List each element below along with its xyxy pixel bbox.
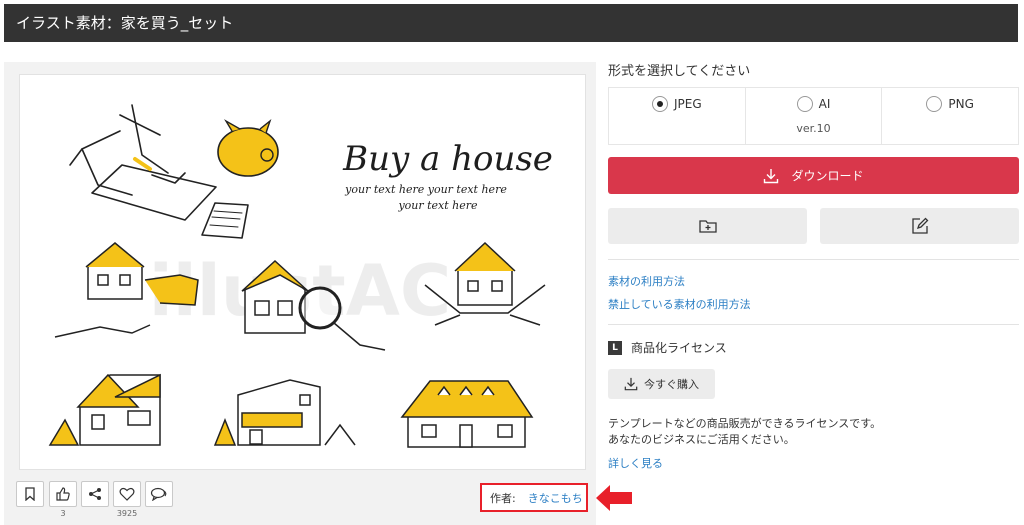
format-label-png: PNG (948, 97, 974, 111)
artwork-title: Buy a house (342, 139, 553, 179)
bookmark-button[interactable] (16, 481, 44, 507)
add-to-folder-button[interactable] (608, 208, 807, 244)
house-bottom-3 (400, 380, 534, 448)
illustration-art: Buy a house your text here your text her… (48, 104, 553, 448)
license-title: 商品化ライセンス (631, 341, 727, 355)
license-heading: L 商品化ライセンス (608, 339, 727, 356)
edit-icon (911, 217, 928, 234)
author-credit: 作者: きなこもち (480, 483, 588, 512)
format-option-jpeg[interactable]: JPEG (609, 88, 746, 144)
page-title-bar: イラスト素材：家を買う_セット (4, 4, 1018, 42)
share-icon (89, 488, 101, 500)
house-bottom-2 (213, 379, 356, 446)
format-sub-ai: ver.10 (796, 122, 831, 135)
license-description-2: あなたのビジネスにご活用ください。 (608, 433, 795, 446)
format-option-ai[interactable]: AI ver.10 (746, 88, 883, 144)
thumbs-up-icon (56, 487, 70, 501)
buy-now-button[interactable]: 今すぐ購入 (608, 369, 715, 399)
edit-button[interactable] (820, 208, 1019, 244)
like-button[interactable] (49, 481, 77, 507)
heart-icon (119, 487, 135, 501)
folder-add-icon (698, 220, 717, 233)
download-icon (764, 168, 779, 183)
usage-link[interactable]: 素材の利用方法 (608, 273, 685, 289)
favorite-count: 3925 (116, 509, 138, 518)
divider (608, 324, 1019, 325)
prohibited-usage-link[interactable]: 禁止している素材の利用方法 (608, 296, 751, 312)
license-description-1: テンプレートなどの商品販売ができるライセンスです。 (608, 417, 882, 430)
share-button[interactable] (81, 481, 109, 507)
format-option-png[interactable]: PNG (882, 88, 1018, 144)
contract-paper (91, 164, 217, 221)
radio-png[interactable] (926, 96, 943, 112)
divider (608, 259, 1019, 260)
like-count: 3 (60, 509, 66, 518)
favorite-button[interactable] (113, 481, 141, 507)
house-bottom-1 (48, 373, 161, 446)
comment-icon (150, 487, 167, 501)
format-label-jpeg: JPEG (674, 97, 702, 111)
download-icon (624, 377, 638, 391)
illustration-preview: Buy a house your text here your text her… (19, 74, 586, 470)
buy-now-label: 今すぐ購入 (644, 378, 699, 391)
download-button[interactable]: ダウンロード (608, 157, 1019, 194)
author-name-link[interactable]: きなこもち (528, 490, 583, 506)
download-label: ダウンロード (791, 169, 864, 183)
artwork-subtitle-2: your text here (397, 199, 478, 212)
artwork-subtitle-1: your text here your text here (344, 183, 507, 196)
preview-panel: Buy a house your text here your text her… (4, 62, 596, 525)
radio-jpeg[interactable] (652, 96, 668, 112)
page-title: イラスト素材：家を買う_セット (16, 14, 234, 32)
format-label-ai: AI (818, 97, 831, 111)
format-selector: JPEG AI ver.10 PNG (608, 87, 1019, 145)
author-label: 作者: (490, 491, 516, 505)
license-badge: L (608, 340, 622, 355)
bookmark-icon (25, 487, 35, 501)
format-heading: 形式を選択してください (608, 64, 751, 79)
red-arrow-annotation (596, 485, 632, 511)
comment-button[interactable] (145, 481, 173, 507)
radio-ai[interactable] (796, 96, 813, 112)
learn-more-link[interactable]: 詳しく見る (608, 455, 663, 471)
